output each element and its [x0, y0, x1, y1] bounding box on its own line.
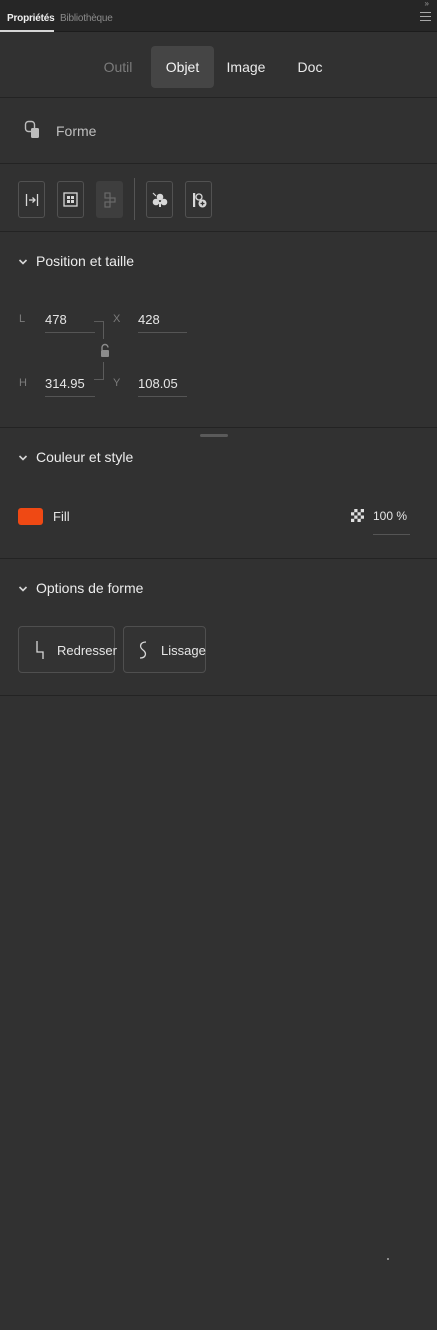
- panel-menu-icon[interactable]: [420, 12, 431, 21]
- match-size-button[interactable]: [96, 181, 123, 218]
- transparency-checker-icon: [351, 509, 364, 522]
- color-style-title: Couleur et style: [36, 449, 134, 465]
- convert-symbol-button[interactable]: [146, 181, 173, 218]
- width-label: L: [19, 313, 26, 325]
- lissage-label: Lissage: [161, 643, 206, 658]
- link-bracket-bottom: [94, 362, 104, 380]
- x-field[interactable]: 428: [138, 309, 187, 333]
- tab-bibliotheque[interactable]: Bibliothèque: [60, 13, 113, 24]
- tab-proprietes[interactable]: Propriétés: [7, 13, 55, 24]
- stray-pixel: [387, 1258, 389, 1260]
- object-tools-row: [0, 164, 437, 232]
- width-field[interactable]: 478: [45, 309, 95, 333]
- lissage-button[interactable]: Lissage: [123, 626, 206, 673]
- align-button[interactable]: [18, 181, 45, 218]
- mode-outil-button[interactable]: Outil: [96, 46, 140, 88]
- match-size-icon: [103, 191, 116, 208]
- chevron-down-icon: [18, 586, 28, 592]
- chevron-down-icon: [18, 455, 28, 461]
- convert-symbol-icon: [152, 192, 167, 207]
- x-label: X: [113, 313, 121, 325]
- mode-image-button[interactable]: Image: [222, 46, 270, 88]
- shape-options-header[interactable]: Options de forme: [18, 580, 143, 596]
- object-type-label: Forme: [56, 123, 97, 139]
- smooth-icon: [139, 641, 147, 659]
- straighten-icon: [36, 641, 44, 659]
- mode-switch: Outil Objet Image Doc: [0, 32, 437, 98]
- distribute-icon: [63, 192, 78, 207]
- mode-objet-button[interactable]: Objet: [151, 46, 214, 88]
- redresser-button[interactable]: Redresser: [18, 626, 117, 673]
- properties-panel: Propriétés Bibliothèque » Outil Objet Im…: [0, 0, 437, 1330]
- object-type-row: Forme: [0, 98, 437, 164]
- height-label: H: [19, 377, 27, 389]
- panel-tab-bar: Propriétés Bibliothèque »: [0, 0, 437, 32]
- fill-label: Fill: [53, 509, 70, 524]
- redresser-label: Redresser: [57, 643, 117, 658]
- chevron-down-icon: [18, 259, 28, 265]
- shape-options-title: Options de forme: [36, 580, 144, 596]
- shape-icon: [24, 120, 39, 138]
- fill-color-swatch[interactable]: [18, 508, 43, 525]
- y-field[interactable]: 108.05: [138, 373, 187, 397]
- fill-opacity-field[interactable]: 100 %: [373, 509, 410, 535]
- tools-separator: [134, 178, 135, 220]
- distribute-button[interactable]: [57, 181, 84, 218]
- link-bracket-top: [94, 321, 104, 339]
- collapse-panel-icon[interactable]: »: [425, 0, 429, 8]
- height-field[interactable]: 314.95: [45, 373, 95, 397]
- add-symbol-icon: [192, 192, 206, 207]
- mode-doc-button[interactable]: Doc: [290, 46, 330, 88]
- add-symbol-button[interactable]: [185, 181, 212, 218]
- color-style-section: Couleur et style: [0, 428, 437, 559]
- align-icon: [25, 193, 38, 206]
- unlocked-icon[interactable]: [99, 343, 111, 359]
- y-label: Y: [113, 377, 121, 389]
- position-size-header[interactable]: Position et taille: [18, 253, 134, 269]
- position-size-title: Position et taille: [36, 253, 135, 269]
- color-style-header[interactable]: Couleur et style: [18, 449, 133, 465]
